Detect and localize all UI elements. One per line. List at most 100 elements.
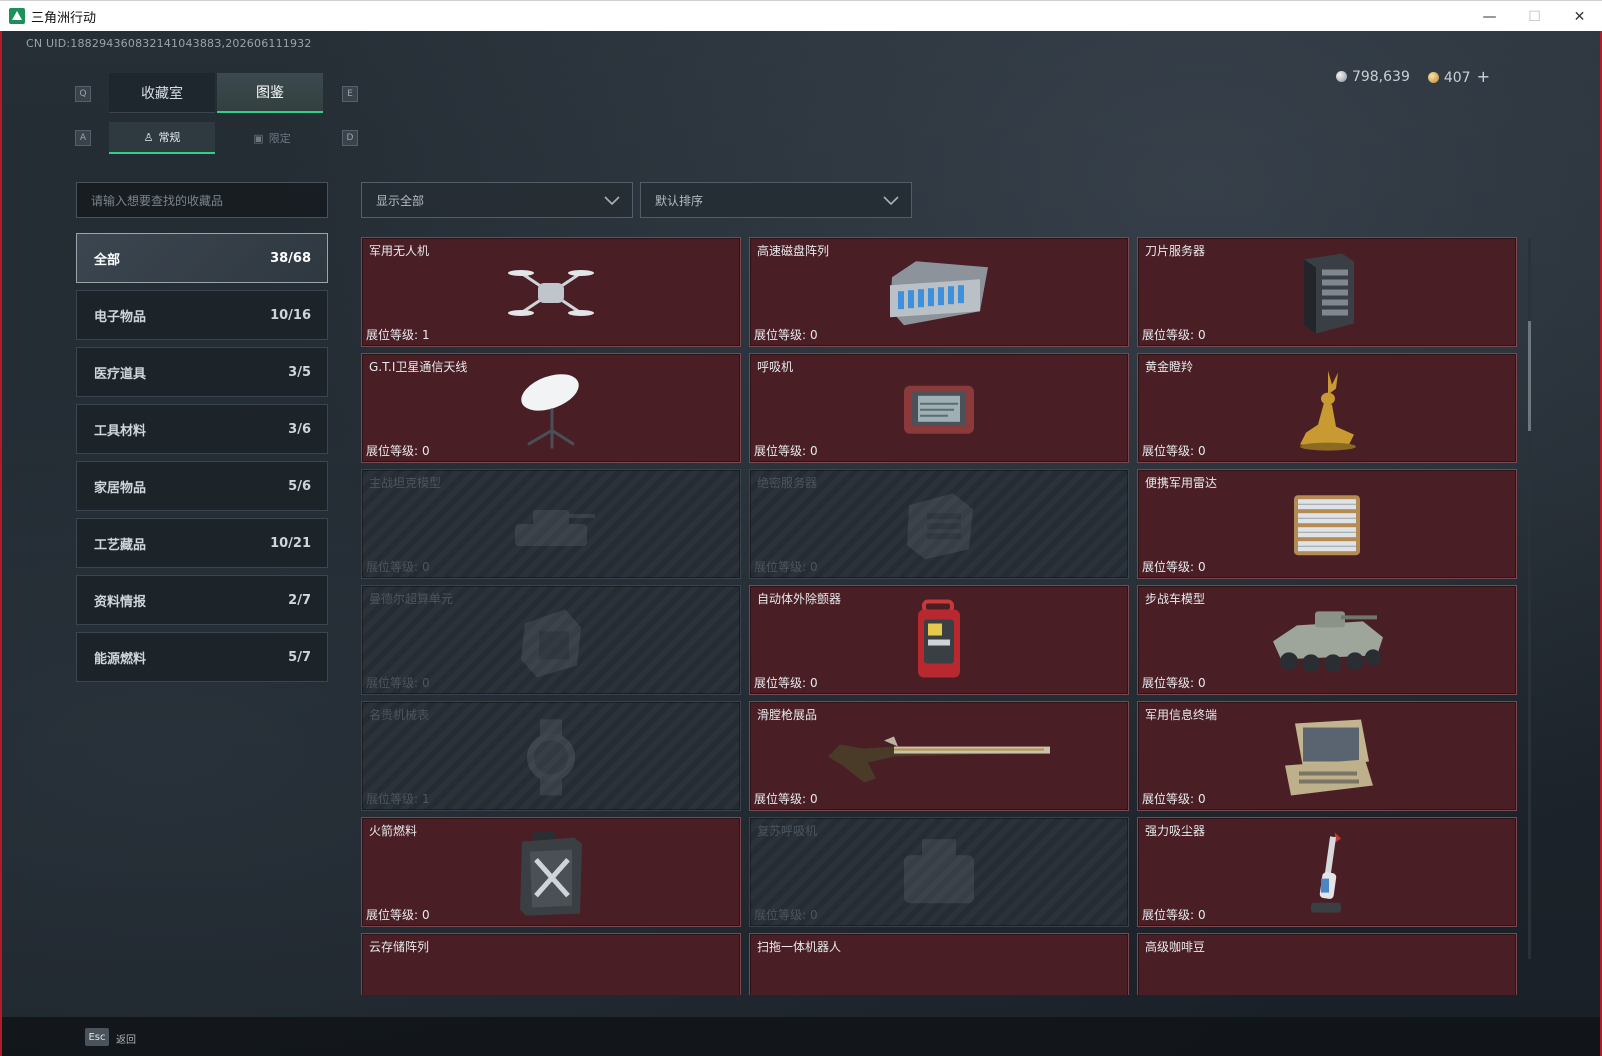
category-label: 全部	[94, 252, 121, 268]
category-item[interactable]: 工具材料 3/6	[76, 404, 328, 454]
item-level-value: 0	[810, 444, 818, 458]
golden-gazelle-icon	[1288, 367, 1366, 457]
collection-item-card[interactable]: 主战坦克模型 展位等级: 0	[361, 469, 741, 579]
collection-item-card[interactable]: 呼吸机 展位等级: 0	[749, 353, 1129, 463]
category-label: 电子物品	[94, 309, 147, 325]
item-level-label: 展位等级:	[366, 328, 419, 342]
category-item[interactable]: 全部 38/68	[76, 233, 328, 283]
collection-item-card[interactable]: 高速磁盘阵列 展位等级: 0	[749, 237, 1129, 347]
maximize-button[interactable]: ☐	[1512, 1, 1557, 32]
key-hint-next-subtab: D	[342, 130, 358, 146]
collection-item-card[interactable]: 自动体外除颤器 展位等级: 0	[749, 585, 1129, 695]
item-level: 展位等级: 0	[1142, 906, 1206, 923]
item-name: 刀片服务器	[1145, 244, 1206, 258]
category-count: 2/7	[288, 592, 311, 608]
collection-item-card[interactable]: 高级咖啡豆	[1137, 933, 1517, 995]
collection-item-card[interactable]: 军用信息终端 展位等级: 0	[1137, 701, 1517, 811]
collection-item-card[interactable]: 军用无人机 展位等级: 1	[361, 237, 741, 347]
category-label: 能源燃料	[94, 651, 147, 667]
category-item[interactable]: 家居物品 5/6	[76, 461, 328, 511]
filter-dropdown[interactable]: 显示全部	[361, 182, 633, 218]
grid-scrollbar-thumb[interactable]	[1528, 321, 1531, 431]
subtab-regular[interactable]: ♙ 常规	[109, 122, 215, 154]
collection-item-card[interactable]: 滑膛枪展品展位等级: 0	[749, 701, 1129, 811]
silver-coin-icon	[1335, 70, 1347, 82]
item-level-label: 展位等级:	[754, 676, 807, 690]
currency-bar: 798,639 407 +	[1335, 67, 1490, 86]
item-name: 军用信息终端	[1145, 708, 1218, 722]
collection-item-card[interactable]: 名贵机械表展位等级: 1	[361, 701, 741, 811]
close-button[interactable]: ✕	[1557, 1, 1602, 32]
sort-dropdown[interactable]: 默认排序	[640, 182, 912, 218]
collection-item-card[interactable]: 绝密服务器 展位等级: 0	[749, 469, 1129, 579]
item-name: 名贵机械表	[369, 708, 430, 722]
defibrillator-icon	[912, 599, 966, 688]
collection-item-card[interactable]: 黄金瞪羚展位等级: 0	[1137, 353, 1517, 463]
category-label: 家居物品	[94, 480, 147, 496]
item-name: G.T.I卫星通信天线	[369, 360, 468, 374]
collection-item-card[interactable]: G.T.I卫星通信天线 展位等级: 0	[361, 353, 741, 463]
item-level: 展位等级: 0	[366, 442, 430, 459]
subtab-regular-label: 常规	[158, 131, 181, 144]
key-hint-next-tab: E	[342, 86, 358, 102]
gold-currency: 407 +	[1427, 67, 1490, 86]
collection-item-card[interactable]: 火箭燃料 展位等级: 0	[361, 817, 741, 927]
item-level-value: 0	[1198, 328, 1206, 342]
item-level-value: 0	[1198, 676, 1206, 690]
item-level: 展位等级: 0	[754, 326, 818, 343]
item-level: 展位等级: 0	[1142, 674, 1206, 691]
tab-codex[interactable]: 图鉴	[217, 73, 323, 113]
esc-key-button[interactable]: Esc	[85, 1028, 109, 1046]
window-titlebar: 三角洲行动 — ☐ ✕	[0, 0, 1602, 31]
category-count: 5/6	[288, 478, 311, 494]
uid-text: CN UID:18829436083214104388З,20260611193…	[26, 37, 312, 50]
category-item[interactable]: 能源燃料 5/7	[76, 632, 328, 682]
collection-item-card[interactable]: 复苏呼吸机 展位等级: 0	[749, 817, 1129, 927]
category-label: 工具材料	[94, 423, 147, 439]
chevron-down-icon	[883, 196, 899, 206]
item-level-value: 0	[810, 792, 818, 806]
search-input[interactable]: 请输入想要查找的收藏品	[76, 182, 328, 218]
item-name: 复苏呼吸机	[757, 824, 818, 838]
game-view: CN UID:18829436083214104388З,20260611193…	[0, 31, 1602, 1056]
disk-array-icon	[884, 255, 994, 335]
add-currency-button[interactable]: +	[1477, 67, 1490, 86]
filter-dropdown-value: 显示全部	[376, 193, 425, 208]
collection-item-card[interactable]: 云存储阵列	[361, 933, 741, 995]
chevron-down-icon	[604, 196, 620, 206]
back-label[interactable]: 返回	[116, 1031, 136, 1046]
item-level: 展位等级: 1	[366, 790, 430, 807]
ventilator-icon	[898, 376, 980, 446]
gold-amount: 407	[1443, 70, 1471, 86]
item-level: 展位等级: 0	[1142, 442, 1206, 459]
item-name: 滑膛枪展品	[757, 708, 818, 722]
tab-collection-room[interactable]: 收藏室	[109, 73, 215, 113]
blade-server-icon	[1294, 252, 1360, 340]
item-name: 曼德尔超算单元	[369, 592, 454, 606]
item-level-label: 展位等级:	[1142, 328, 1195, 342]
collection-item-card[interactable]: 曼德尔超算单元 展位等级: 0	[361, 585, 741, 695]
tank-model-icon	[503, 490, 599, 564]
subtab-limited[interactable]: ▣ 限定	[219, 122, 325, 154]
item-level-label: 展位等级:	[366, 676, 419, 690]
category-item[interactable]: 医疗道具 3/5	[76, 347, 328, 397]
item-level-label: 展位等级:	[366, 444, 419, 458]
item-level-label: 展位等级:	[1142, 676, 1195, 690]
collection-item-card[interactable]: 便携军用雷达 展位等级: 0	[1137, 469, 1517, 579]
category-item[interactable]: 资料情报 2/7	[76, 575, 328, 625]
item-name: 云存储阵列	[369, 940, 430, 954]
item-grid: 军用无人机 展位等级: 1 高速磁盘阵列 展位等级: 0 刀片服务器 展位等级: 0 G.T.I卫…	[361, 237, 1521, 995]
category-item[interactable]: 电子物品 10/16	[76, 290, 328, 340]
category-item[interactable]: 工艺藏品 10/21	[76, 518, 328, 568]
collection-item-card[interactable]: 刀片服务器展位等级: 0	[1137, 237, 1517, 347]
item-name: 黄金瞪羚	[1145, 360, 1194, 374]
item-name: 主战坦克模型	[369, 476, 442, 490]
item-level-value: 0	[1198, 444, 1206, 458]
collection-item-card[interactable]: 扫拖一体机器人	[749, 933, 1129, 995]
minimize-button[interactable]: —	[1467, 1, 1512, 32]
collection-item-card[interactable]: 强力吸尘器 展位等级: 0	[1137, 817, 1517, 927]
collection-item-card[interactable]: 步战车模型 展位等级: 0	[1137, 585, 1517, 695]
item-level: 展位等级: 0	[754, 790, 818, 807]
item-level-value: 0	[810, 676, 818, 690]
item-level: 展位等级: 0	[366, 558, 430, 575]
